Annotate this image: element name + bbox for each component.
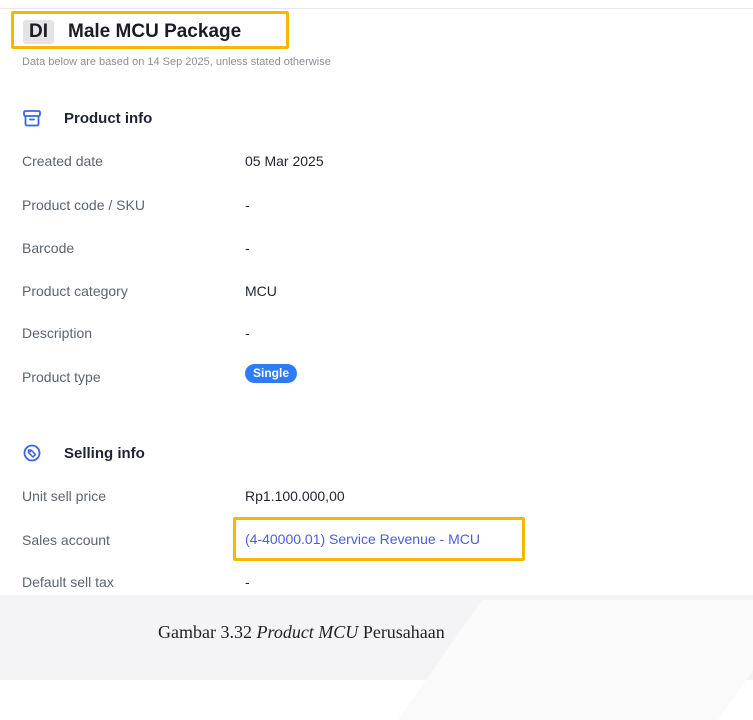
selling-info-header: Selling info — [22, 442, 145, 464]
data-date-note: Data below are based on 14 Sep 2025, unl… — [22, 56, 331, 68]
product-code-label: Product code / SKU — [22, 197, 145, 213]
product-type-badge: Single — [245, 364, 298, 383]
barcode-label: Barcode — [22, 240, 75, 256]
description-value: - — [245, 325, 250, 341]
product-detail-panel — [0, 9, 753, 595]
caption-prefix: Gambar 3.32 — [158, 622, 257, 642]
barcode-value: - — [245, 240, 250, 256]
archive-box-icon — [22, 108, 42, 128]
product-code-value: - — [245, 197, 250, 213]
sales-account-label: Sales account — [22, 532, 110, 548]
default-sell-tax-value: - — [245, 574, 250, 590]
sales-account-link[interactable]: (4-40000.01) Service Revenue - MCU — [245, 530, 480, 548]
unit-sell-price-value: Rp1.100.000,00 — [245, 488, 345, 504]
caption-italic: Product MCU — [256, 622, 359, 642]
product-category-value: MCU — [245, 283, 277, 299]
product-info-header: Product info — [22, 107, 152, 129]
product-type-label: Product type — [22, 369, 101, 385]
description-label: Description — [22, 325, 93, 341]
default-sell-tax-label: Default sell tax — [22, 574, 114, 590]
created-date-label: Created date — [22, 153, 103, 169]
product-category-label: Product category — [22, 283, 128, 299]
figure-caption: Gambar 3.32 Product MCU Perusahaan — [158, 622, 445, 643]
caption-suffix: Perusahaan — [358, 622, 445, 642]
selling-info-title: Selling info — [64, 444, 145, 462]
created-date-value: 05 Mar 2025 — [245, 153, 324, 169]
unit-sell-price-label: Unit sell price — [22, 488, 107, 504]
product-info-title: Product info — [64, 109, 153, 127]
page-title: Male MCU Package — [68, 21, 242, 42]
price-tag-icon — [22, 443, 42, 463]
title-abbreviation: DI — [23, 20, 54, 44]
